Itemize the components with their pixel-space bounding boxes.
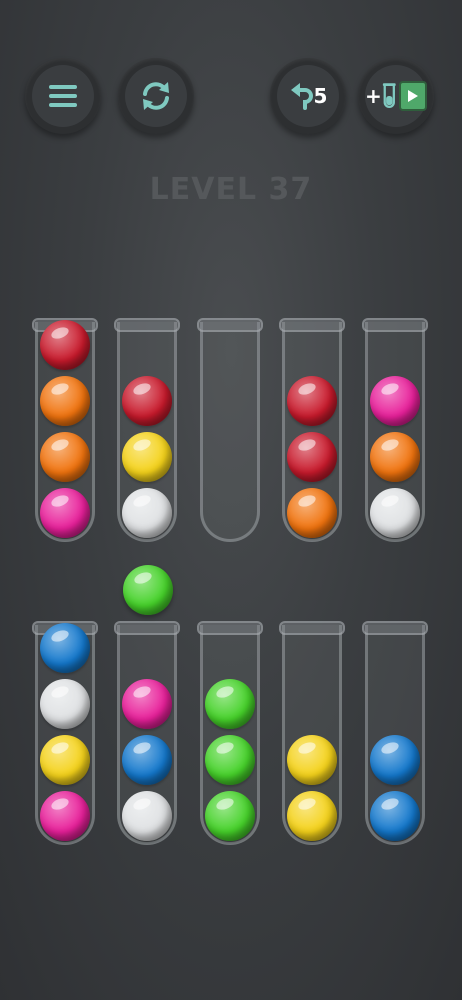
- tube[interactable]: [32, 621, 98, 845]
- ball-green: [205, 679, 255, 729]
- ball-pink: [122, 679, 172, 729]
- add-tube-button[interactable]: +: [358, 58, 434, 134]
- undo-icon: [290, 83, 313, 110]
- ball-white: [370, 488, 420, 538]
- undo-button-face: 5: [277, 65, 339, 127]
- tube[interactable]: [32, 318, 98, 542]
- ball-yellow: [122, 432, 172, 482]
- tube[interactable]: [362, 621, 428, 845]
- restart-button-face: [125, 65, 187, 127]
- tube-rim: [362, 318, 428, 332]
- add-tube-button-face: +: [365, 65, 427, 127]
- ball-blue: [370, 791, 420, 841]
- ball-pink: [370, 376, 420, 426]
- undo-button[interactable]: 5: [270, 58, 346, 134]
- tube-rim: [279, 621, 345, 635]
- ball-white: [40, 679, 90, 729]
- tube[interactable]: [114, 318, 180, 542]
- tube[interactable]: [197, 318, 263, 542]
- ball-pink: [40, 488, 90, 538]
- test-tube-icon: [382, 83, 396, 108]
- selected-ball[interactable]: [123, 565, 173, 615]
- menu-button[interactable]: [25, 58, 101, 134]
- ball-red: [287, 432, 337, 482]
- ball-orange: [40, 432, 90, 482]
- play-icon: [408, 90, 419, 102]
- tube-rim: [362, 621, 428, 635]
- plus-sign: +: [365, 84, 382, 108]
- ball-blue: [370, 735, 420, 785]
- tube-rim: [114, 621, 180, 635]
- ball-yellow: [287, 791, 337, 841]
- ball-blue: [122, 735, 172, 785]
- tube[interactable]: [362, 318, 428, 542]
- ball-red: [40, 320, 90, 370]
- ball-red: [287, 376, 337, 426]
- restart-icon: [143, 82, 169, 110]
- tube[interactable]: [114, 621, 180, 845]
- level-title: LEVEL 37: [149, 172, 313, 207]
- tube-rim: [197, 318, 263, 332]
- ball-yellow: [40, 735, 90, 785]
- ball-orange: [370, 432, 420, 482]
- tube-rim: [197, 621, 263, 635]
- ball-blue: [40, 623, 90, 673]
- ball-pink: [40, 791, 90, 841]
- tube[interactable]: [279, 621, 345, 845]
- restart-button[interactable]: [118, 58, 194, 134]
- ball-orange: [40, 376, 90, 426]
- ball-yellow: [287, 735, 337, 785]
- menu-button-face: [32, 65, 94, 127]
- play-badge: [399, 81, 427, 111]
- tube[interactable]: [197, 621, 263, 845]
- ball-white: [122, 488, 172, 538]
- top-bar: 5 +: [0, 0, 462, 140]
- ball-white: [122, 791, 172, 841]
- ball-green: [205, 735, 255, 785]
- tube-rim: [114, 318, 180, 332]
- ball-green: [205, 791, 255, 841]
- ball-orange: [287, 488, 337, 538]
- menu-icon: [49, 85, 77, 107]
- ball-red: [122, 376, 172, 426]
- undo-count: 5: [313, 84, 328, 108]
- tube[interactable]: [279, 318, 345, 542]
- tube-rim: [279, 318, 345, 332]
